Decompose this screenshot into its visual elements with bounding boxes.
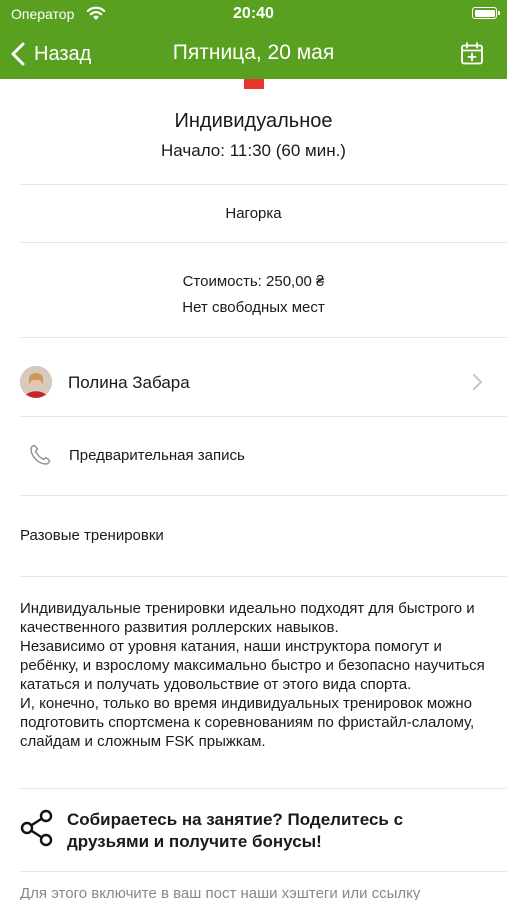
event-name: Индивидуальное (174, 110, 333, 132)
price-block: Стоимость: 250,00 ₴ Нет свободных мест (0, 243, 507, 337)
event-details: Индивидуальное Начало: 11:30 (60 мин.) Н… (0, 79, 507, 872)
trainer-row[interactable]: Полина Забара (0, 338, 507, 416)
category-label: Разовые тренировки (20, 527, 164, 544)
divider (20, 871, 507, 872)
trainer-avatar (20, 366, 52, 398)
share-prompt: Собираетесь на занятие? Поделитесь с дру… (67, 810, 404, 851)
availability-status: Нет свободных мест (182, 299, 325, 316)
phone-icon (30, 444, 51, 465)
clock: 20:40 (233, 5, 274, 22)
page-title: Пятница, 20 мая (172, 41, 335, 64)
share-icon (20, 809, 53, 847)
event-header: Индивидуальное Начало: 11:30 (60 мин.) (0, 79, 507, 184)
booking-label: Предварительная запись (69, 447, 245, 464)
navigation-bar: Назад Пятница, 20 мая (0, 30, 507, 79)
share-hint: Для этого включите в ваш пост наши хэште… (20, 885, 421, 900)
calendar-add-icon[interactable] (459, 41, 485, 67)
battery-icon (472, 7, 500, 19)
status-bar: Оператор 20:40 (0, 0, 507, 30)
event-start-time: Начало: 11:30 (60 мин.) (161, 141, 346, 160)
chevron-right-icon (473, 374, 482, 390)
trainer-name: Полина Забара (68, 373, 190, 392)
booking-row[interactable]: Предварительная запись (0, 417, 507, 495)
category-row: Разовые тренировки (0, 496, 507, 576)
share-row[interactable]: Собираетесь на занятие? Поделитесь с дру… (0, 789, 507, 871)
event-location: Нагорка (225, 205, 282, 222)
event-price: Стоимость: 250,00 ₴ (182, 273, 325, 290)
event-description: Индивидуальные тренировки идеально подхо… (20, 600, 485, 750)
